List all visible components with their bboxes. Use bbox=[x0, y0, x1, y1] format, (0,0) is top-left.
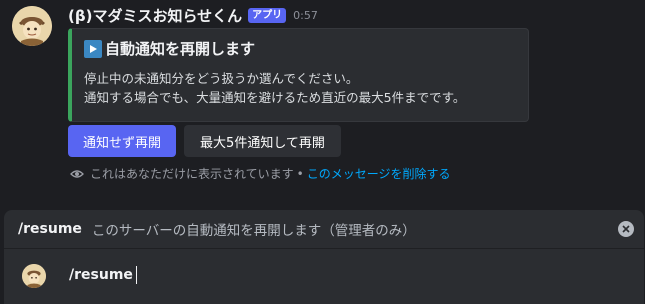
play-button-icon bbox=[84, 39, 102, 58]
embed-line-1: 停止中の未通知分をどう扱うか選んでください。 bbox=[84, 71, 359, 86]
delete-message-link[interactable]: このメッセージを削除する bbox=[307, 165, 451, 182]
close-icon[interactable] bbox=[618, 221, 634, 237]
text-caret bbox=[135, 266, 137, 284]
action-buttons: 通知せず再開 最大5件通知して再開 bbox=[68, 125, 341, 157]
separator: • bbox=[296, 166, 304, 181]
resume-with-notify-button[interactable]: 最大5件通知して再開 bbox=[184, 125, 341, 157]
message-header: (β)マダミスお知らせくん アプリ 0:57 bbox=[68, 4, 318, 26]
embed-title-text: 自動通知を再開します bbox=[105, 40, 256, 58]
username[interactable]: (β)マダミスお知らせくん bbox=[68, 5, 242, 26]
composer-value: /resume bbox=[69, 267, 133, 283]
bot-message: (β)マダミスお知らせくん アプリ 0:57 自動通知を再開します 停止中の未通… bbox=[0, 0, 645, 190]
eye-icon bbox=[70, 169, 84, 178]
resume-without-notify-button[interactable]: 通知せず再開 bbox=[68, 125, 176, 157]
embed-description: 停止中の未通知分をどう扱うか選んでください。 通知する場合でも、大量通知を避ける… bbox=[84, 69, 465, 107]
embed-line-2: 通知する場合でも、大量通知を避けるため直近の最大5件までです。 bbox=[84, 90, 466, 105]
app-badge: アプリ bbox=[248, 7, 287, 23]
command-suggestion[interactable]: /resume このサーバーの自動通知を再開します（管理者のみ） bbox=[4, 210, 644, 248]
message-composer[interactable]: /resume bbox=[4, 248, 644, 304]
ephemeral-text: これはあなただけに表示されています bbox=[90, 167, 294, 181]
command-name: /resume bbox=[18, 221, 82, 237]
embed-title: 自動通知を再開します bbox=[84, 38, 255, 59]
detective-avatar-icon bbox=[22, 264, 46, 288]
ephemeral-notice: これはあなただけに表示されています • このメッセージを削除する bbox=[70, 165, 451, 182]
command-description: このサーバーの自動通知を再開します（管理者のみ） bbox=[91, 223, 416, 239]
detective-avatar-icon bbox=[12, 6, 52, 46]
composer-input[interactable]: /resume bbox=[69, 266, 137, 284]
composer-avatar bbox=[22, 264, 46, 288]
bot-avatar[interactable] bbox=[12, 6, 52, 46]
timestamp[interactable]: 0:57 bbox=[293, 9, 318, 22]
embed: 自動通知を再開します 停止中の未通知分をどう扱うか選んでください。 通知する場合… bbox=[68, 28, 529, 122]
